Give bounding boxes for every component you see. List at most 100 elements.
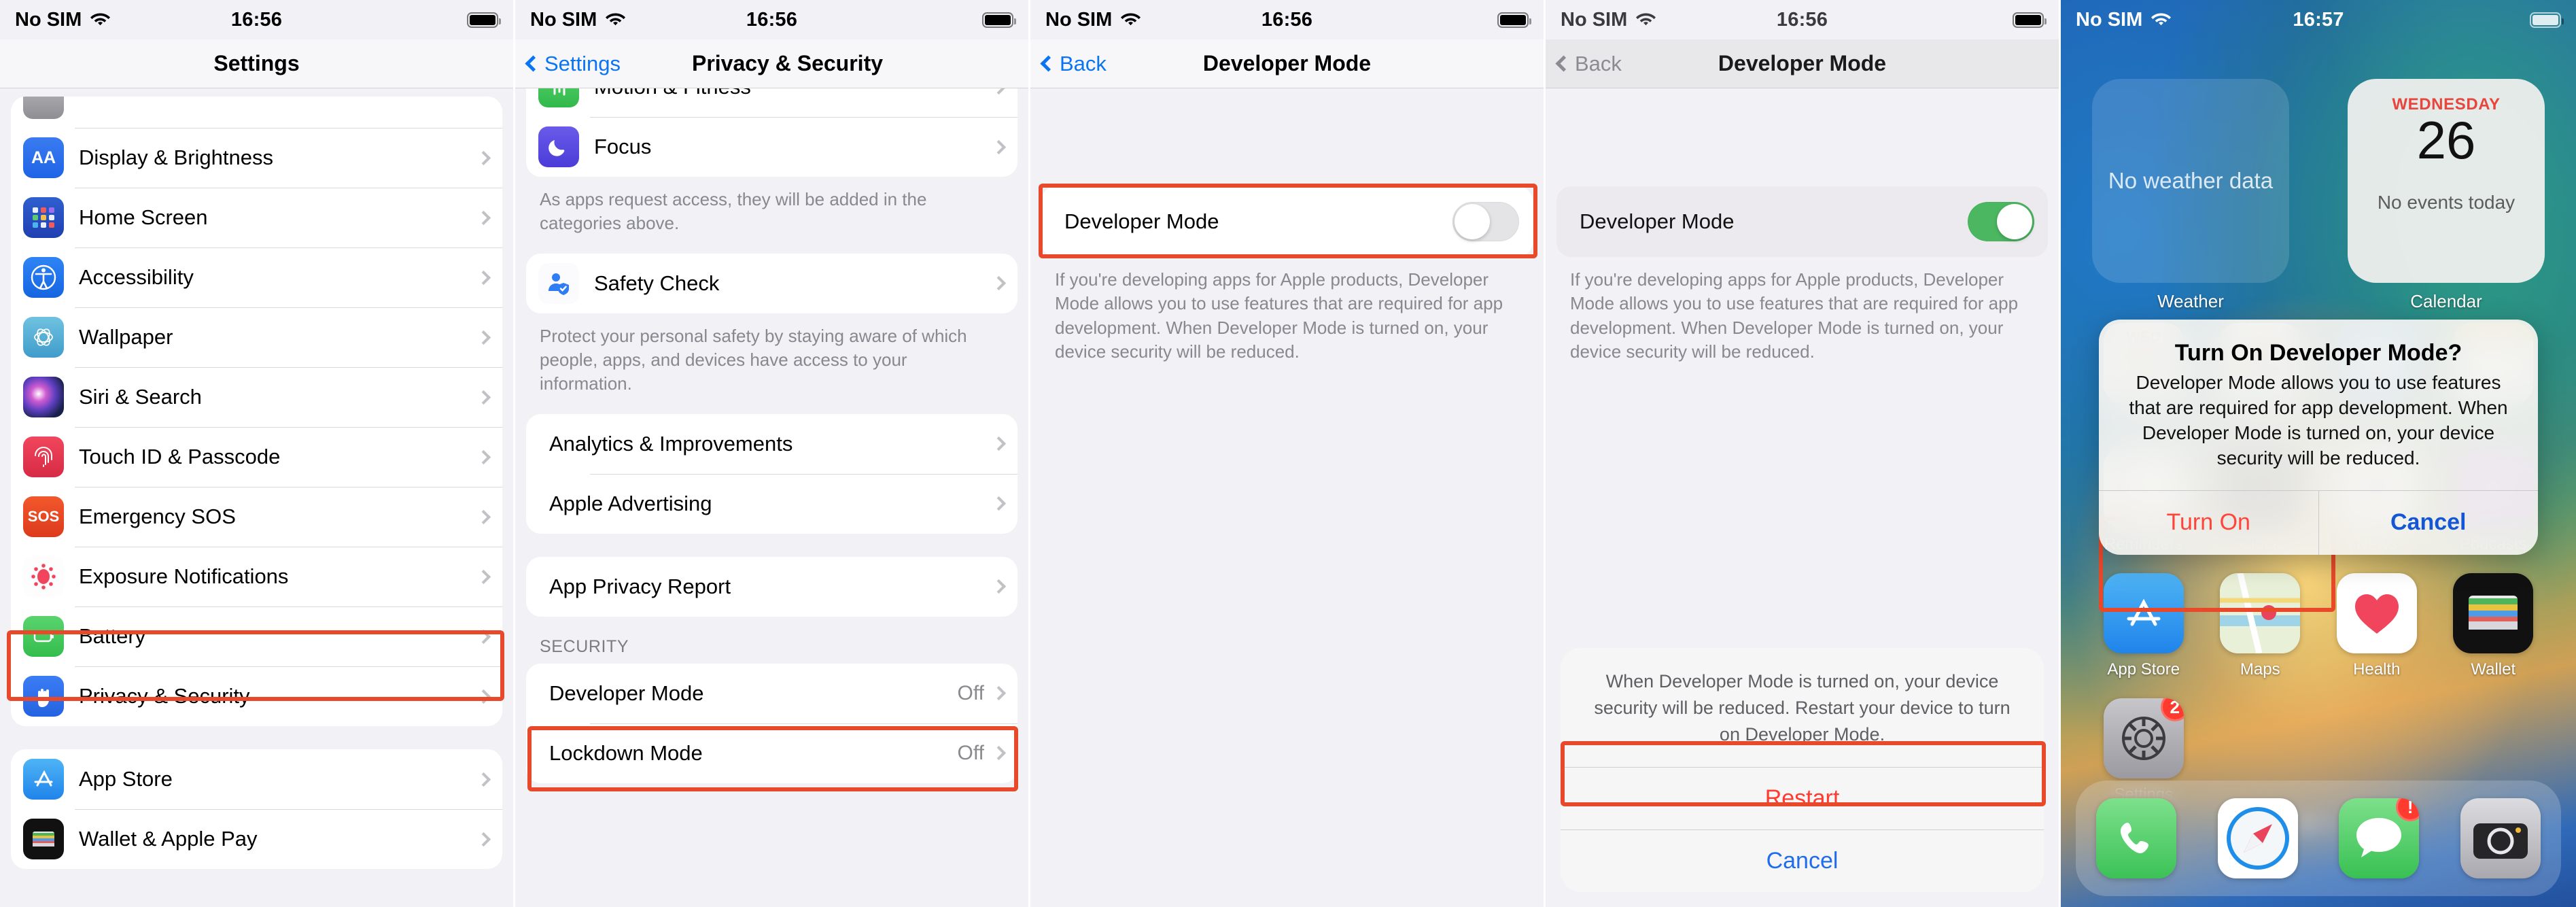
back-button[interactable]: Back [1040,52,1107,76]
list-item[interactable] [11,97,502,128]
list-item-safety-check[interactable]: Safety Check [526,254,1017,313]
app-maps[interactable]: Maps [2202,573,2319,679]
back-button-label: Back [1575,51,1622,75]
back-button-label: Settings [544,51,621,75]
home-screen-icon [23,197,64,238]
chevron-right-icon [476,150,491,165]
list-item-focus[interactable]: Focus [526,117,1017,177]
panel-developer-mode-on: No SIM 16:56 Back Developer Mode Develop… [1546,0,2061,907]
developer-mode-toggle-row[interactable]: Developer Mode [1556,186,2048,257]
sidebar-item-touch-id-passcode[interactable]: Touch ID & Passcode [11,427,502,487]
chevron-right-icon [476,270,491,285]
developer-mode-alert: Turn On Developer Mode? Developer Mode a… [2099,320,2538,555]
back-button[interactable]: Settings [525,51,621,76]
list-item-label: App Store [79,767,173,791]
chevron-right-icon [991,496,1007,511]
list-item-lockdown-mode[interactable]: Lockdown Mode Off [526,723,1017,783]
cancel-button[interactable]: Cancel [2318,490,2539,555]
settings-list[interactable]: AA Display & Brightness Home Screen Acce… [0,88,513,907]
app-label: App Store [2107,660,2180,679]
status-time: 16:57 [2293,8,2344,31]
chevron-right-icon [476,629,491,644]
nav-bar: Back Developer Mode [1546,39,2059,88]
restart-action-sheet: When Developer Mode is turned on, your d… [1561,647,2044,892]
weather-widget[interactable]: No weather data Weather [2092,79,2289,312]
status-bar: No SIM 16:56 [1546,0,2059,39]
sidebar-item-wallpaper[interactable]: Wallpaper [11,307,502,367]
nav-bar: Settings Privacy & Security [515,39,1028,88]
app-health[interactable]: Health [2318,573,2435,679]
dock-app-phone[interactable] [2096,798,2177,878]
page-title: Developer Mode [1202,51,1372,75]
sidebar-item-privacy-security[interactable]: Privacy & Security [11,666,502,726]
sidebar-item-home-screen[interactable]: Home Screen [11,188,502,247]
status-bar: No SIM 16:56 [0,0,513,39]
dock-app-safari[interactable] [2217,798,2298,878]
dock-app-camera[interactable] [2460,798,2541,878]
dock: ! [2076,781,2561,896]
sidebar-item-battery[interactable]: Battery [11,606,502,666]
chevron-right-icon [991,276,1007,291]
widget-row: No weather data Weather WEDNESDAY 26 No … [2061,39,2576,312]
status-time: 16:56 [1261,8,1313,31]
wallpaper-icon [23,317,64,358]
list-item-label: Battery [79,624,146,648]
chevron-left-icon [1040,55,1057,72]
list-item-label: Siri & Search [79,385,202,409]
list-item-apple-advertising[interactable]: Apple Advertising [526,473,1017,534]
list-item-value: Off [957,681,984,704]
camera-app-icon [2460,798,2541,878]
safari-app-icon [2217,798,2298,878]
sidebar-item-app-store[interactable]: App Store [11,749,502,809]
weather-widget-label: Weather [2157,291,2224,311]
app-label: Health [2353,660,2401,679]
developer-mode-toggle[interactable] [1452,202,1519,241]
chevron-right-icon [476,509,491,524]
sidebar-item-accessibility[interactable]: Accessibility [11,247,502,307]
maps-app-icon [2220,573,2301,653]
calendar-widget[interactable]: WEDNESDAY 26 No events today Calendar [2348,79,2545,312]
list-item-analytics-improvements[interactable]: Analytics & Improvements [526,414,1017,474]
chevron-right-icon [991,746,1007,761]
list-item-label: Exposure Notifications [79,564,289,588]
panel-privacy-security: No SIM 16:56 Settings Privacy & Security [515,0,1030,907]
dock-app-messages[interactable]: ! [2339,798,2420,878]
footnote-developer-mode: If you're developing apps for Apple prod… [1055,269,1503,362]
sidebar-item-wallet-apple-pay[interactable]: Wallet & Apple Pay [11,809,502,869]
calendar-widget-day: 26 [2416,110,2476,170]
chevron-right-icon [476,689,491,704]
privacy-group-top: Motion & Fitness Focus [526,88,1017,177]
app-app-store[interactable]: App Store [2085,573,2202,679]
screenshot-strip: No SIM 16:56 Settings AA Display & Brigh… [0,0,2576,907]
restart-button[interactable]: Restart [1561,767,2044,829]
action-sheet-message: When Developer Mode is turned on, your d… [1594,670,2011,745]
settings-group-1: AA Display & Brightness Home Screen Acce… [11,97,502,726]
chevron-right-icon [991,139,1007,154]
back-button[interactable]: Back [1555,51,1622,76]
general-icon [23,97,64,119]
turn-on-button[interactable]: Turn On [2099,491,2318,555]
calendar-widget-label: Calendar [2410,291,2482,311]
sidebar-item-display-brightness[interactable]: AA Display & Brightness [11,128,502,188]
cancel-button[interactable]: Cancel [1561,829,2044,892]
status-right [2013,12,2047,28]
list-item-developer-mode[interactable]: Developer Mode Off [526,664,1017,723]
safety-check-icon [538,262,579,304]
list-item-motion-fitness[interactable]: Motion & Fitness [526,88,1017,117]
developer-mode-toggle[interactable] [1968,202,2034,241]
sidebar-item-emergency-sos[interactable]: SOS Emergency SOS [11,487,502,547]
status-right [2530,12,2564,28]
developer-mode-toggle-row[interactable]: Developer Mode [1041,186,1533,257]
list-item-label: Lockdown Mode [549,740,703,765]
developer-mode-group: Developer Mode [1556,186,2048,257]
sidebar-item-exposure-notifications[interactable]: Exposure Notifications [11,547,502,606]
list-item-label: Wallet & Apple Pay [79,827,258,851]
list-item-label: Emergency SOS [79,504,236,528]
privacy-list[interactable]: Motion & Fitness Focus As apps request a… [515,88,1028,907]
app-wallet[interactable]: Wallet [2435,573,2552,679]
status-right [1497,12,1531,28]
weather-widget-card: No weather data [2092,79,2289,283]
list-item-app-privacy-report[interactable]: App Privacy Report [526,557,1017,617]
sidebar-item-siri-search[interactable]: Siri & Search [11,367,502,427]
list-item-label: Wallpaper [79,325,173,349]
